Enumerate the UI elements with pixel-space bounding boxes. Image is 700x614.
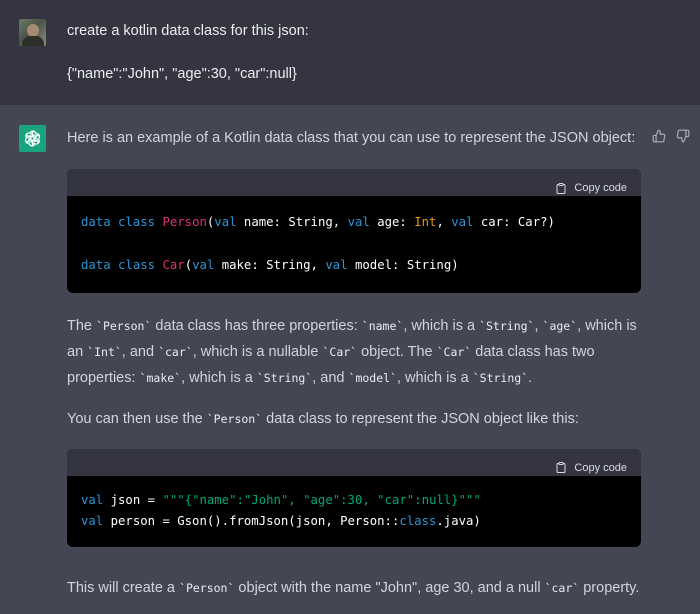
code-header: Copy code — [67, 169, 641, 196]
user-message-json: {"name":"John", "age":30, "car":null} — [67, 66, 297, 82]
code-header: Copy code — [67, 448, 641, 476]
chatgpt-logo-icon — [19, 125, 46, 152]
thumbs-down-icon — [676, 129, 690, 143]
user-avatar — [19, 19, 46, 46]
result-paragraph: This will create a `Person` object with … — [67, 579, 640, 596]
clipboard-icon — [556, 182, 566, 194]
code-block: Copy code data class Person(val name: St… — [67, 169, 641, 293]
copy-code-label: Copy code — [574, 461, 627, 474]
thumbs-up-icon — [652, 129, 666, 143]
usage-paragraph: You can then use the `Person` data class… — [67, 410, 579, 427]
copy-code-label: Copy code — [574, 182, 627, 194]
assistant-message-content: Here is an example of a Kotlin data clas… — [67, 125, 641, 601]
user-message-line: create a kotlin data class for this json… — [67, 23, 309, 39]
copy-code-button[interactable]: Copy code — [555, 455, 627, 481]
thumbs-down-button[interactable] — [676, 129, 690, 143]
thumbs-up-button[interactable] — [652, 129, 666, 143]
copy-code-button[interactable]: Copy code — [555, 175, 627, 201]
code-content: val json = """{"name":"John", "age":30, … — [81, 492, 481, 529]
clipboard-icon — [556, 462, 566, 473]
explanation-paragraph: The `Person` data class has three proper… — [67, 317, 637, 386]
assistant-intro: Here is an example of a Kotlin data clas… — [67, 130, 636, 146]
code-content: data class Person(val name: String, val … — [81, 215, 555, 272]
user-message-text: create a kotlin data class for this json… — [67, 21, 667, 84]
user-message: create a kotlin data class for this json… — [0, 0, 700, 105]
code-block-usage: Copy code val json = """{"name":"John", … — [67, 448, 641, 547]
assistant-message: Here is an example of a Kotlin data clas… — [0, 105, 700, 614]
